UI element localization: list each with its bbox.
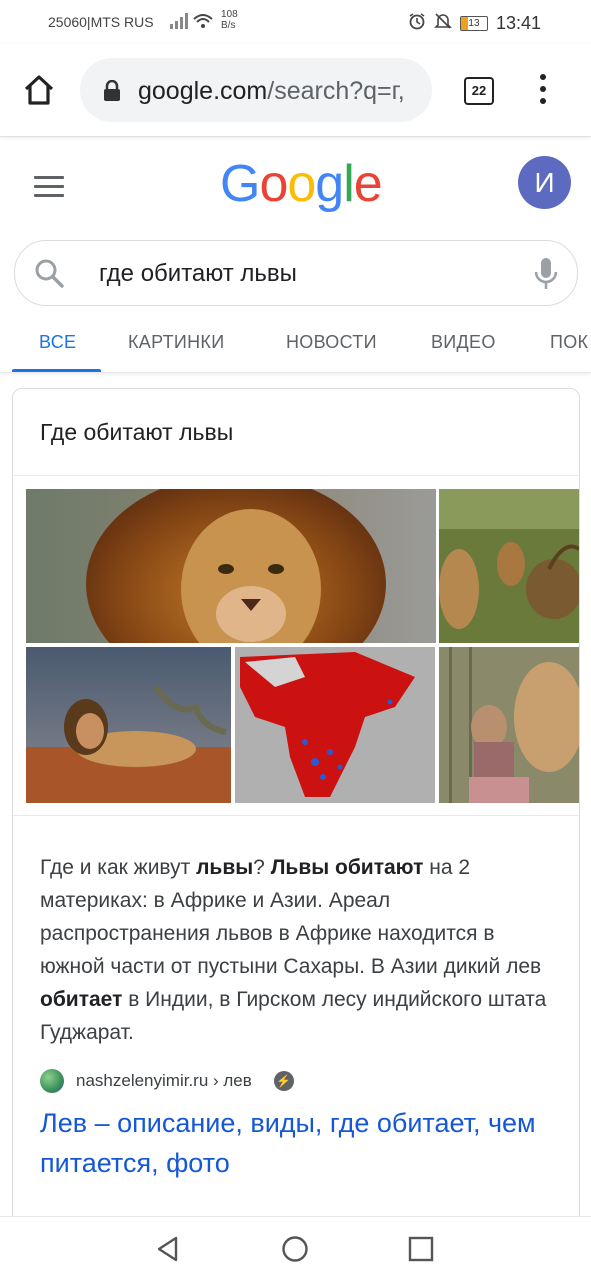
card-title: Где обитают львы <box>40 419 234 445</box>
battery-icon: 13 <box>459 16 488 31</box>
active-tab-indicator <box>12 369 101 372</box>
logo-letter: e <box>353 155 383 213</box>
lion-range-map-image[interactable] <box>235 647 435 803</box>
microphone-icon[interactable] <box>533 257 559 296</box>
logo-letter: o <box>259 155 288 213</box>
snippet-segment: Где и как живут <box>40 856 197 879</box>
more-menu-icon[interactable] <box>538 74 548 110</box>
alarm-icon <box>408 12 426 35</box>
search-tabs: ВСЕ КАРТИНКИ НОВОСТИ ВИДЕО ПОК <box>0 312 591 373</box>
signal-icon <box>170 12 216 35</box>
source-line[interactable]: nashzelenyimir.ru › лев ⚡ <box>40 1069 294 1093</box>
lion-resting-image[interactable] <box>26 647 231 803</box>
search-box[interactable]: где обитают львы <box>14 240 578 306</box>
recents-icon[interactable] <box>407 1235 435 1268</box>
carrier-label: 25060|MTS RUS <box>48 14 154 30</box>
result-link[interactable]: Лев – описание, виды, где обитает, чем п… <box>40 1103 560 1183</box>
tab-news[interactable]: НОВОСТИ <box>286 332 377 353</box>
logo-letter: o <box>287 155 316 213</box>
status-bar: 25060|MTS RUS 108 B/s 13 13:41 <box>0 0 591 44</box>
source-url[interactable]: nashzelenyimir.ru › лев <box>76 1071 252 1091</box>
mute-bell-icon <box>434 12 452 35</box>
search-input[interactable]: где обитают львы <box>99 260 297 288</box>
browser-toolbar: google.com/search?q=г, 22 <box>0 44 591 137</box>
logo-letter: G <box>220 155 260 213</box>
image-grid <box>26 489 579 803</box>
tab-images[interactable]: КАРТИНКИ <box>128 332 224 353</box>
globe-favicon-icon <box>40 1069 64 1093</box>
search-icon[interactable] <box>33 257 65 294</box>
home-circle-icon[interactable] <box>281 1235 309 1268</box>
google-logo[interactable]: Google <box>220 154 383 214</box>
google-header: Google И <box>0 140 591 236</box>
lion-pride-image[interactable] <box>439 489 579 643</box>
snippet-highlight: Львы обитают <box>270 856 424 879</box>
snippet-text: Где и как живут львы? Львы обитают на 2 … <box>40 851 560 1049</box>
featured-snippet-card: Где обитают львы Где и как живут львы? Л… <box>12 388 580 1230</box>
url-text[interactable]: google.com/search?q=г, <box>138 77 422 106</box>
snippet-highlight: обитает <box>40 988 123 1011</box>
divider <box>13 475 579 476</box>
address-bar[interactable]: google.com/search?q=г, <box>80 58 432 122</box>
tab-video[interactable]: ВИДЕО <box>431 332 496 353</box>
tab-switcher-button[interactable]: 22 <box>464 77 494 105</box>
snippet-highlight: львы <box>196 856 254 879</box>
clock: 13:41 <box>495 13 541 33</box>
home-icon[interactable] <box>22 74 56 111</box>
back-icon[interactable] <box>154 1235 182 1268</box>
tab-more[interactable]: ПОК <box>550 332 588 353</box>
amp-lightning-icon: ⚡ <box>273 1071 294 1091</box>
logo-letter: l <box>343 155 355 213</box>
system-nav-bar <box>0 1216 591 1281</box>
hamburger-menu-icon[interactable] <box>34 176 64 203</box>
tab-all[interactable]: ВСЕ <box>39 332 76 353</box>
divider <box>13 815 579 816</box>
network-speed: 108 B/s <box>221 9 238 31</box>
girl-with-lion-image[interactable] <box>439 647 579 803</box>
avatar[interactable]: И <box>518 156 571 209</box>
snippet-segment: ? <box>253 856 271 879</box>
lock-icon <box>102 79 122 107</box>
lion-portrait-image[interactable] <box>26 489 436 643</box>
logo-letter: g <box>315 155 344 213</box>
